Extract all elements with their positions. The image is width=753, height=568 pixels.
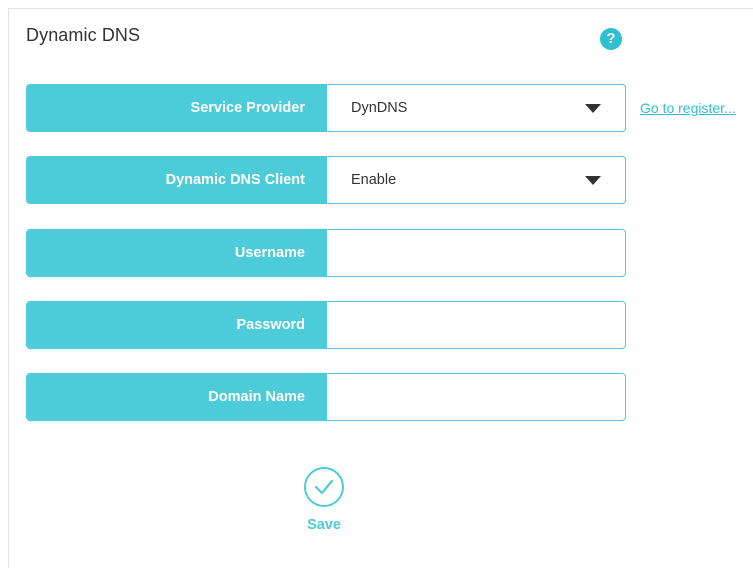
- ddns-client-select[interactable]: Enable: [327, 157, 625, 203]
- ddns-client-label: Dynamic DNS Client: [27, 157, 327, 203]
- check-circle-icon: [304, 467, 344, 507]
- password-field-wrap: [327, 302, 625, 348]
- username-label: Username: [27, 230, 327, 276]
- domain-name-row: Domain Name: [26, 373, 626, 421]
- ddns-client-row: Dynamic DNS Client Enable: [26, 156, 626, 204]
- service-provider-row: Service Provider DynDNS: [26, 84, 626, 132]
- username-field-wrap: [327, 230, 625, 276]
- domain-name-field-wrap: [327, 374, 625, 420]
- service-provider-value: DynDNS: [351, 100, 408, 116]
- service-provider-select[interactable]: DynDNS: [327, 85, 625, 131]
- help-icon[interactable]: ?: [600, 28, 622, 50]
- page-title: Dynamic DNS: [26, 25, 141, 45]
- go-to-register-link[interactable]: Go to register...: [640, 100, 736, 116]
- caret-down-icon: [585, 176, 601, 185]
- save-button[interactable]: Save: [300, 467, 348, 533]
- ddns-client-value: Enable: [351, 172, 397, 188]
- caret-down-icon: [585, 104, 601, 113]
- domain-name-label: Domain Name: [27, 374, 327, 420]
- save-label: Save: [307, 517, 341, 533]
- username-row: Username: [26, 229, 626, 277]
- password-label: Password: [27, 302, 327, 348]
- password-field[interactable]: [327, 302, 625, 348]
- password-row: Password: [26, 301, 626, 349]
- service-provider-label: Service Provider: [27, 85, 327, 131]
- domain-name-field[interactable]: [327, 374, 625, 420]
- username-field[interactable]: [327, 230, 625, 276]
